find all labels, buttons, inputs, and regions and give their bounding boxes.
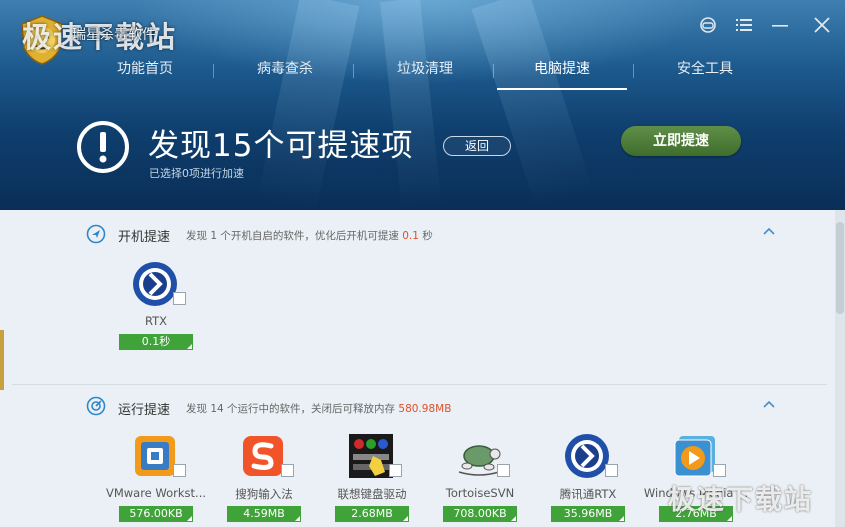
app-name: 搜狗输入法 <box>235 487 293 501</box>
nav-divider <box>353 64 354 78</box>
app-checkbox[interactable] <box>713 464 726 477</box>
alert-icon <box>77 121 129 173</box>
tab-security-tools[interactable]: 安全工具 <box>635 52 775 90</box>
light-ray <box>471 0 594 209</box>
desc-text: 发现 1 个开机自启的软件，优化后开机可提速 <box>186 230 399 242</box>
app-checkbox[interactable] <box>281 464 294 477</box>
app-checkbox[interactable] <box>605 464 618 477</box>
user-icon[interactable] <box>697 14 719 36</box>
tab-junk-clean[interactable]: 垃圾清理 <box>355 52 495 90</box>
light-ray <box>380 0 442 210</box>
running-section-desc: 发现 14 个运行中的软件，关闭后可释放内存 580.98MB <box>186 401 451 416</box>
gauge-icon <box>86 396 106 416</box>
background-strip <box>0 330 4 390</box>
app-checkbox[interactable] <box>497 464 510 477</box>
section-divider <box>12 384 827 385</box>
app-checkbox[interactable] <box>389 464 402 477</box>
desc-highlight: 0.1 <box>402 230 419 242</box>
back-button[interactable]: 返回 <box>443 136 511 156</box>
tortoisesvn-icon <box>458 445 501 476</box>
rocket-icon <box>86 224 106 244</box>
selection-status: 已选择0项进行加速 <box>149 167 244 180</box>
nav-divider <box>213 64 214 78</box>
rtx-icon <box>565 434 609 478</box>
badge-corner <box>619 516 624 521</box>
app-name: RTX <box>144 314 168 328</box>
badge-corner <box>187 344 192 349</box>
desc-text: 发现 14 个运行中的软件，关闭后可释放内存 <box>186 403 396 415</box>
tab-label: 安全工具 <box>677 61 733 77</box>
tab-label: 病毒查杀 <box>257 61 313 77</box>
lenovo-keyboard-icon <box>349 434 393 478</box>
header-banner: 极速下载站 瑞星杀毒软件 功能首页 病毒查杀 垃圾清理 电脑提速 安全工具 发现… <box>0 0 845 210</box>
app-value: 4.59MB <box>243 507 285 520</box>
chevron-up-icon[interactable] <box>762 226 776 236</box>
app-value-badge: 708.00KB <box>443 506 517 522</box>
tab-pc-speedup[interactable]: 电脑提速 <box>497 52 627 90</box>
app-checkbox[interactable] <box>173 292 186 305</box>
app-value: 2.68MB <box>351 507 393 520</box>
badge-corner <box>187 516 192 521</box>
app-value-badge: 576.00KB <box>119 506 193 522</box>
app-name: VMware Workst... <box>105 486 207 500</box>
page-title: 发现15个可提速项 <box>148 128 414 164</box>
startup-section-title: 开机提速 <box>118 230 171 245</box>
close-icon[interactable] <box>811 14 833 36</box>
boost-now-button[interactable]: 立即提速 <box>621 126 741 156</box>
watermark-text: 极速下载站 <box>668 485 813 516</box>
app-name: 腾讯通RTX <box>559 487 617 501</box>
app-name: TortoiseSVN <box>445 486 515 500</box>
sogou-icon <box>243 436 283 476</box>
app-value-badge: 4.59MB <box>227 506 301 522</box>
tab-label: 垃圾清理 <box>397 61 453 77</box>
app-value: 576.00KB <box>129 507 183 520</box>
badge-corner <box>511 516 516 521</box>
nav-divider <box>633 64 634 78</box>
app-value: 35.96MB <box>563 507 613 520</box>
app-value-badge: 2.68MB <box>335 506 409 522</box>
menu-icon[interactable] <box>733 14 755 36</box>
badge-corner <box>403 516 408 521</box>
desc-highlight: 580.98MB <box>398 403 452 415</box>
startup-section-desc: 发现 1 个开机自启的软件，优化后开机可提速 0.1 秒 <box>186 228 433 243</box>
desc-text: 秒 <box>422 230 433 242</box>
app-value: 708.00KB <box>453 507 507 520</box>
rtx-icon <box>133 262 177 306</box>
app-checkbox[interactable] <box>173 464 186 477</box>
tab-home[interactable]: 功能首页 <box>75 52 215 90</box>
tab-label: 功能首页 <box>117 61 173 77</box>
main-nav: 功能首页 病毒查杀 垃圾清理 电脑提速 安全工具 <box>75 52 845 90</box>
vmware-icon <box>135 436 175 476</box>
nav-divider <box>493 64 494 78</box>
running-section-title: 运行提速 <box>118 403 171 418</box>
minimize-icon[interactable] <box>769 14 791 36</box>
badge-corner <box>295 516 300 521</box>
app-name: 联想键盘驱动 <box>337 487 407 501</box>
chevron-up-icon[interactable] <box>762 399 776 409</box>
light-ray <box>256 0 360 210</box>
tab-virus-scan[interactable]: 病毒查杀 <box>215 52 355 90</box>
app-value: 0.1秒 <box>141 335 171 348</box>
scrollbar-thumb[interactable] <box>836 222 844 314</box>
app-value-badge: 0.1秒 <box>119 334 193 350</box>
windows-media-icon <box>674 436 715 477</box>
product-name: 瑞星杀毒软件 <box>72 27 156 43</box>
tab-label: 电脑提速 <box>534 61 590 77</box>
app-value-badge: 35.96MB <box>551 506 625 522</box>
